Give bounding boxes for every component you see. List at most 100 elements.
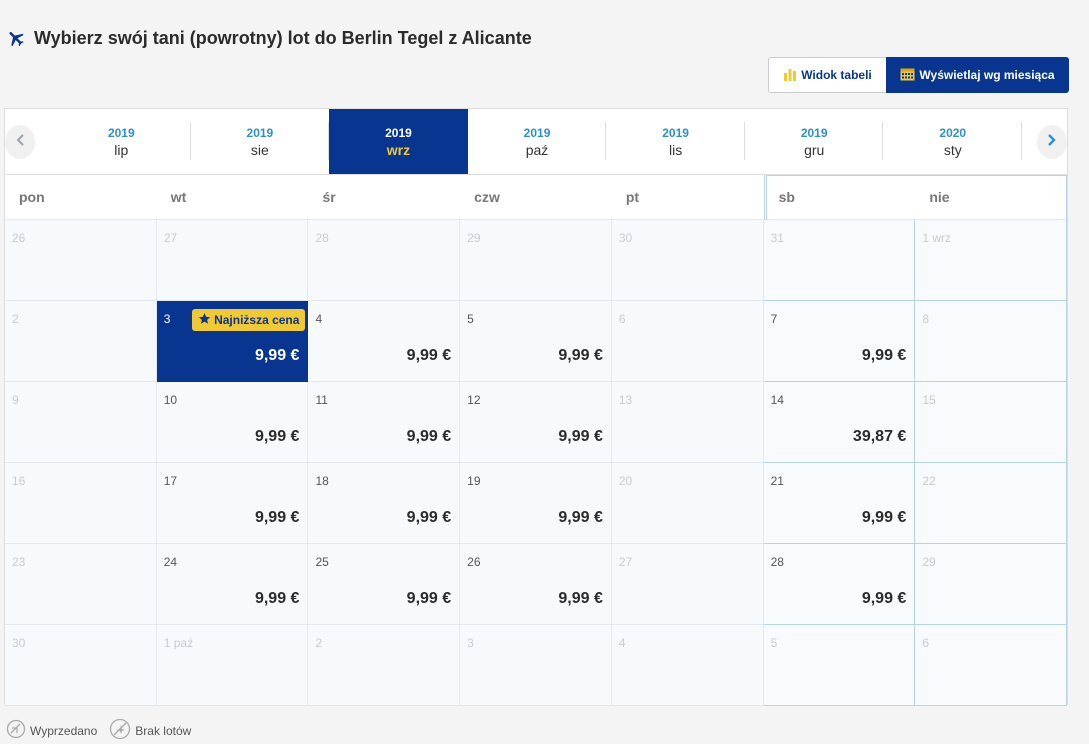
month-label: paź xyxy=(525,142,549,158)
month-view-button[interactable]: Wyświetlaj wg miesiąca xyxy=(886,57,1069,93)
month-year: 2019 xyxy=(385,126,412,140)
weekday-4: pt xyxy=(625,189,640,205)
chevron-right-icon xyxy=(1047,133,1057,152)
weekday-1: wt xyxy=(170,189,187,205)
day-cell-unavailable: 6 xyxy=(915,625,1068,706)
table-view-button[interactable]: Widok tabeli xyxy=(768,57,886,93)
day-number: 2 xyxy=(12,312,19,326)
day-cell[interactable]: 11 9,99 € xyxy=(308,382,461,463)
calendar-week: 23 24 9,99 € 25 9,99 € 26 9,99 € 27 28 9,99 € 29 xyxy=(5,544,1068,625)
day-number: 6 xyxy=(618,312,626,326)
day-cell-selected[interactable]: 3 Najniższa cena 9,99 € xyxy=(156,301,309,382)
day-number: 11 xyxy=(315,393,328,407)
day-number: 30 xyxy=(12,636,26,650)
month-tab-wrz-2019[interactable]: 2019 wrz xyxy=(329,109,468,175)
table-view-label: Widok tabeli xyxy=(801,68,872,82)
day-price: 9,99 € xyxy=(406,347,452,364)
month-tab-sie-2019[interactable]: 2019 sie xyxy=(191,109,330,175)
day-price: 9,99 € xyxy=(861,590,907,607)
day-number: 28 xyxy=(770,555,784,569)
day-cell-unavailable: 2 xyxy=(308,625,461,706)
day-price: 9,99 € xyxy=(558,590,603,607)
day-cell[interactable]: 25 9,99 € xyxy=(308,544,461,625)
day-number: 12 xyxy=(467,393,481,407)
month-year: 2019 xyxy=(800,126,828,140)
day-number: 10 xyxy=(163,393,178,407)
page-header: Wybierz swój tani (powrotny) lot do Berl… xyxy=(6,26,532,50)
plane-icon xyxy=(6,28,26,48)
month-tab-paź-2019[interactable]: 2019 paź xyxy=(468,109,607,175)
calendar-week: 16 17 9,99 € 18 9,99 € 19 9,99 € 20 21 9,99 € 22 xyxy=(5,463,1068,544)
legend-sold-out: Wyprzedano xyxy=(6,719,97,742)
day-number: 18 xyxy=(315,474,329,488)
day-number: 26 xyxy=(12,231,26,245)
weekday-5: sb xyxy=(763,175,916,219)
day-cell[interactable]: 19 9,99 € xyxy=(460,463,612,544)
lowest-price-badge: Najniższa cena xyxy=(192,309,306,331)
day-number: 27 xyxy=(163,231,178,245)
day-price: 9,99 € xyxy=(254,509,300,526)
day-number: 28 xyxy=(315,231,329,245)
badge-label: Najniższa cena xyxy=(214,313,300,327)
calendar-week: 30 1 paź 2 3 4 5 6 xyxy=(5,625,1068,706)
month-list: 2019 lip 2019 sie 2019 wrz 2019 paź 2019 lis 2019 g… xyxy=(52,109,1022,175)
day-cell[interactable]: 28 9,99 € xyxy=(763,544,916,625)
day-cell-unavailable: 9 xyxy=(5,382,157,463)
day-price: 9,99 € xyxy=(861,509,907,526)
view-toggle: Widok tabeli Wyświetlaj wg miesiąca xyxy=(768,57,1069,93)
day-number: 13 xyxy=(618,393,633,407)
day-cell[interactable]: 7 9,99 € xyxy=(763,301,916,382)
day-cell-unavailable: 16 xyxy=(5,463,157,544)
calendar-grid: pon wt śr czw pt sb nie 26 27 28 29 30 31 1 wrz 2 3 Naj… xyxy=(4,174,1068,706)
day-cell-unavailable: 20 xyxy=(611,463,764,544)
day-number: 1 wrz xyxy=(922,231,951,245)
month-tab-lis-2019[interactable]: 2019 lis xyxy=(606,109,745,175)
legend: Wyprzedano Brak lotów xyxy=(6,718,191,743)
month-year: 2020 xyxy=(939,126,967,140)
month-view-label: Wyświetlaj wg miesiąca xyxy=(919,68,1055,82)
weekday-6: nie xyxy=(915,175,1068,219)
month-year: 2019 xyxy=(662,126,689,140)
day-cell-unavailable: 31 xyxy=(763,220,916,301)
day-cell[interactable]: 14 39,87 € xyxy=(763,382,916,463)
day-cell[interactable]: 18 9,99 € xyxy=(308,463,461,544)
day-number: 22 xyxy=(922,474,936,488)
next-month-button[interactable] xyxy=(1037,125,1067,159)
day-cell[interactable]: 21 9,99 € xyxy=(763,463,916,544)
sold-out-label: Wyprzedano xyxy=(30,723,98,738)
day-number: 14 xyxy=(770,393,784,407)
month-label: lis xyxy=(668,142,683,158)
day-number: 1 paź xyxy=(163,636,194,650)
day-number: 17 xyxy=(163,474,178,488)
day-number: 21 xyxy=(770,474,784,488)
day-cell-unavailable: 28 xyxy=(308,220,461,301)
day-price: 9,99 € xyxy=(406,590,452,607)
day-cell[interactable]: 12 9,99 € xyxy=(460,382,612,463)
day-cell[interactable]: 17 9,99 € xyxy=(156,463,309,544)
day-cell-unavailable: 13 xyxy=(611,382,764,463)
day-number: 27 xyxy=(618,555,633,569)
month-tab-lip-2019[interactable]: 2019 lip xyxy=(52,109,191,175)
day-cell[interactable]: 4 9,99 € xyxy=(308,301,461,382)
month-tab-sty-2020[interactable]: 2020 sty xyxy=(883,109,1022,175)
day-cell-unavailable: 1 wrz xyxy=(915,220,1068,301)
bar-chart-icon xyxy=(783,67,797,84)
day-cell[interactable]: 24 9,99 € xyxy=(156,544,309,625)
day-cell[interactable]: 26 9,99 € xyxy=(460,544,612,625)
day-cell[interactable]: 5 9,99 € xyxy=(460,301,612,382)
month-tab-gru-2019[interactable]: 2019 gru xyxy=(745,109,884,175)
day-number: 3 xyxy=(163,312,171,326)
day-number: 5 xyxy=(467,312,474,326)
calendar-days: 26 27 28 29 30 31 1 wrz 2 3 Najniższa cena 9,99 €4… xyxy=(5,220,1068,706)
day-number: 19 xyxy=(467,474,481,488)
day-number: 20 xyxy=(618,474,633,488)
month-label: wrz xyxy=(386,142,411,158)
prev-month-button[interactable] xyxy=(5,125,35,159)
month-label: gru xyxy=(804,142,825,158)
month-label: sty xyxy=(943,142,962,158)
day-cell[interactable]: 10 9,99 € xyxy=(156,382,309,463)
weekday-3: czw xyxy=(474,189,500,205)
day-cell-unavailable: 26 xyxy=(5,220,157,301)
day-number: 24 xyxy=(163,555,178,569)
day-price: 39,87 € xyxy=(852,428,907,445)
